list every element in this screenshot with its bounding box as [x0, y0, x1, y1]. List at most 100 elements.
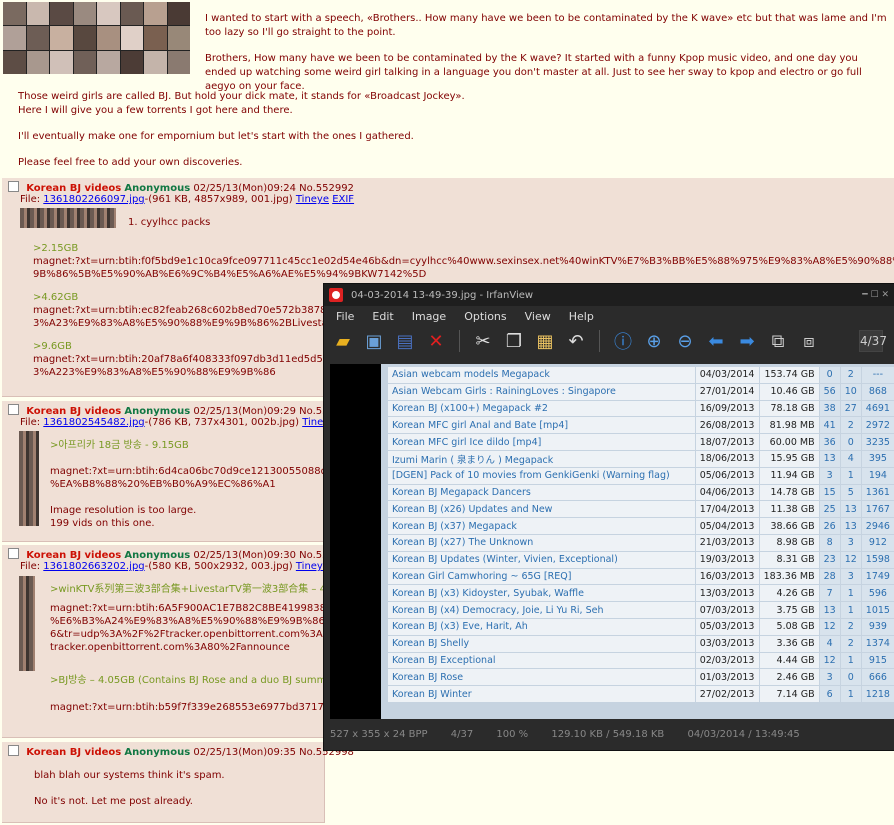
torrent-size: 4.44 GB [759, 652, 819, 669]
torrent-seeders: 12 [819, 652, 840, 669]
torrent-name: Korean BJ Exceptional [388, 652, 695, 669]
magnet-link[interactable]: magnet:?xt=urn:btih:b59f7f339e268553e697… [50, 701, 362, 714]
torrent-name: Korean BJ (x26) Updates and New [388, 501, 695, 518]
info-icon[interactable]: ⓘ [612, 328, 634, 354]
torrent-leechers: 27 [840, 400, 861, 417]
post-subject: Korean BJ videos [26, 406, 122, 417]
table-row: Korean BJ Rose 01/03/2013 2.46 GB 3 0 666 [388, 669, 894, 686]
torrent-downloads: 2946 [861, 518, 894, 534]
torrent-date: 17/04/2013 [695, 501, 759, 518]
file-link[interactable]: 1361802266097.jpg [43, 194, 144, 205]
zoom-in-icon[interactable]: ⊕ [643, 331, 665, 352]
save-icon[interactable]: ▤ [394, 331, 416, 352]
greentext: >BJ방송 – 4.05GB (Contains BJ Rose and a d… [50, 675, 346, 686]
torrent-leechers: 0 [840, 434, 861, 450]
table-row: Korean BJ (x37) Megapack 05/04/2013 38.66 … [388, 518, 894, 534]
toolbar-separator [599, 330, 600, 352]
torrent-size: 4.26 GB [759, 585, 819, 602]
torrent-seeders: 4 [819, 635, 840, 652]
delete-icon[interactable]: ✕ [425, 331, 447, 352]
torrent-size: 11.94 GB [759, 467, 819, 484]
torrent-leechers: 13 [840, 518, 861, 534]
torrent-date: 07/03/2013 [695, 602, 759, 618]
torrent-downloads: 194 [861, 467, 894, 484]
thumbnails-icon[interactable]: ▣ [363, 331, 385, 352]
cut-icon[interactable]: ✂ [472, 331, 494, 352]
file-label: File: [20, 194, 44, 205]
torrent-size: 5.08 GB [759, 618, 819, 635]
next-icon[interactable]: ➡ [736, 331, 758, 352]
move-to-icon[interactable]: ⧈ [798, 331, 820, 352]
table-row: Asian webcam models Megapack 04/03/2014 15… [388, 367, 894, 383]
menu-view[interactable]: View [525, 310, 551, 323]
image-canvas: Asian webcam models Megapack 04/03/2014 15… [330, 364, 894, 719]
menu-image[interactable]: Image [412, 310, 446, 323]
file-meta: -(786 KB, 737x4301, 002b.jpg) [144, 417, 300, 428]
torrent-name: Korean BJ (x3) Kidoyster, Syubak, Waffle [388, 585, 695, 602]
post-thumbnail[interactable] [19, 576, 35, 671]
post-header: Korean BJ videos Anonymous 02/25/13(Mon)… [8, 745, 354, 758]
torrent-seeders: 23 [819, 551, 840, 568]
torrent-size: 8.98 GB [759, 534, 819, 551]
post-checkbox[interactable] [8, 548, 19, 559]
table-row: Korean BJ Megapack Dancers 04/06/2013 14.7… [388, 484, 894, 501]
torrent-seeders: 3 [819, 467, 840, 484]
torrent-date: 04/06/2013 [695, 484, 759, 501]
window-controls[interactable]: ━ ☐ ✕ [862, 290, 889, 300]
magnet-link[interactable]: magnet:?xt=urn:btih:6A5F900AC1E7B82C8BE4… [50, 602, 362, 615]
torrent-leechers: 1 [840, 686, 861, 702]
magnet-link-cont[interactable]: %E6%B3%A24%E9%83%A8%E5%90%88%E9%9B%86 [50, 615, 362, 628]
tineye-link[interactable]: Tineye [296, 194, 329, 205]
torrent-downloads: 1218 [861, 686, 894, 702]
file-link[interactable]: 1361802545482.jpg [43, 417, 144, 428]
post-subject: Korean BJ videos [26, 747, 122, 758]
torrent-name: Korean Girl Camwhoring ~ 65G [REQ] [388, 568, 695, 585]
table-row: Korean BJ Shelly 03/03/2013 3.36 GB 4 2 1374 [388, 635, 894, 652]
post-thumbnail[interactable] [20, 208, 116, 228]
magnet-link-cont[interactable]: tracker.openbittorrent.com%3A80%2Fannoun… [50, 641, 362, 654]
magnet-link[interactable]: magnet:?xt=urn:btih:6d4ca06bc70d9ce12130… [50, 465, 346, 478]
status-date: 04/03/2014 / 13:49:45 [687, 729, 800, 740]
torrent-date: 26/08/2013 [695, 417, 759, 434]
torrent-size: 3.36 GB [759, 635, 819, 652]
exif-link[interactable]: EXIF [332, 194, 354, 205]
menu-edit[interactable]: Edit [372, 310, 393, 323]
magnet-link-cont[interactable]: %EA%B8%88%20%EB%B0%A9%EC%86%A1 [50, 478, 346, 491]
post-subject: Korean BJ videos [26, 183, 122, 194]
open-folder-icon[interactable]: ▰ [332, 331, 354, 352]
torrent-name: [DGEN] Pack of 10 movies from GenkiGenki… [388, 467, 695, 484]
torrent-seeders: 7 [819, 585, 840, 602]
torrent-size: 38.66 GB [759, 518, 819, 534]
torrent-size: 11.38 GB [759, 501, 819, 518]
torrent-name: Asian webcam models Megapack [388, 367, 695, 383]
previous-icon[interactable]: ⬅ [705, 331, 727, 352]
table-row: Korean BJ (x4) Democracy, Joie, Li Yu Ri… [388, 602, 894, 618]
post-checkbox[interactable] [8, 404, 19, 415]
torrent-date: 21/03/2013 [695, 534, 759, 551]
copy-icon[interactable]: ❐ [503, 331, 525, 352]
torrent-date: 16/03/2013 [695, 568, 759, 585]
torrent-seeders: 41 [819, 417, 840, 434]
op-image-thumbnail[interactable] [3, 2, 190, 74]
zoom-out-icon[interactable]: ⊖ [674, 331, 696, 352]
undo-icon[interactable]: ↶ [565, 331, 587, 352]
magnet-link[interactable]: magnet:?xt=urn:btih:f0f5bd9e1c10ca9fce09… [33, 255, 894, 268]
post-thumbnail[interactable] [19, 431, 39, 526]
magnet-link-cont[interactable]: 6&tr=udp%3A%2F%2Ftracker.openbittorrent.… [50, 628, 362, 641]
post-datetime: 02/25/13(Mon)09:24 No.552992 [193, 183, 354, 194]
post-checkbox[interactable] [8, 745, 19, 756]
post-body: blah blah our systems think it's spam. N… [34, 769, 225, 808]
menu-help[interactable]: Help [569, 310, 594, 323]
reply-post: Korean BJ videos Anonymous 02/25/13(Mon)… [2, 401, 354, 542]
table-row: Korean BJ (x26) Updates and New 17/04/201… [388, 501, 894, 518]
window-titlebar[interactable]: 04-03-2014 13-49-39.jpg - IrfanView ━ ☐ … [324, 284, 894, 306]
menu-options[interactable]: Options [464, 310, 506, 323]
torrent-date: 27/02/2013 [695, 686, 759, 702]
menu-file[interactable]: File [336, 310, 354, 323]
file-link[interactable]: 1361802663202.jpg [43, 561, 144, 572]
post-checkbox[interactable] [8, 181, 19, 192]
paste-icon[interactable]: ▦ [534, 331, 556, 352]
toolbar: ▰ ▣ ▤ ✕ ✂ ❐ ▦ ↶ ⓘ ⊕ ⊖ ⬅ ➡ ⧉ ⧈ 4/37 [324, 326, 894, 356]
magnet-link-cont[interactable]: 9B%86%5B%E5%90%AB%E6%9C%B4%E5%A6%AE%E5%9… [33, 268, 894, 281]
copy-to-icon[interactable]: ⧉ [767, 331, 789, 352]
